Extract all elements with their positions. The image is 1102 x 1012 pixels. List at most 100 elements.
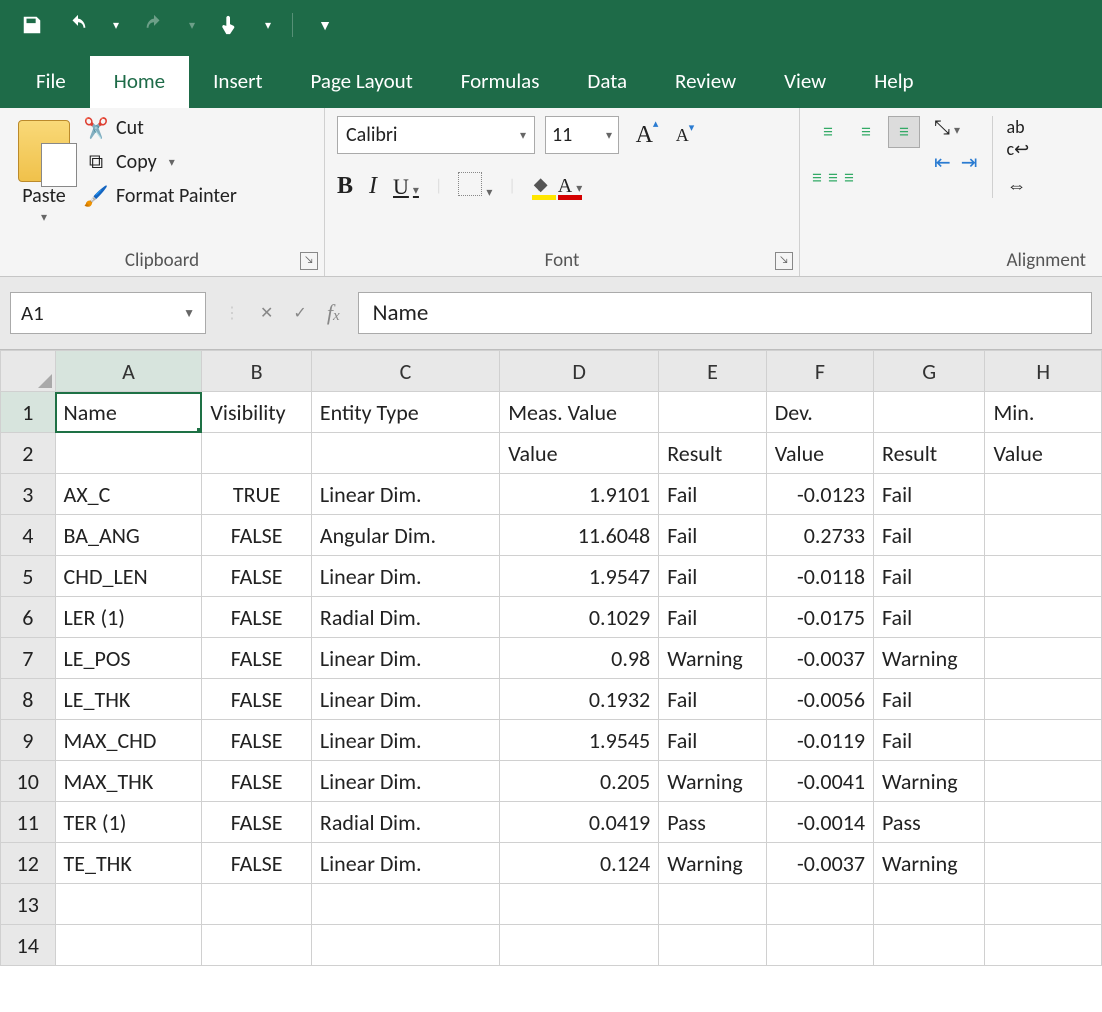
- touch-mode-icon[interactable]: [216, 11, 244, 39]
- cell[interactable]: -0.0037: [766, 638, 873, 679]
- cell[interactable]: Value: [766, 433, 873, 474]
- cell[interactable]: -0.0123: [766, 474, 873, 515]
- tab-help[interactable]: Help: [850, 56, 937, 108]
- cell[interactable]: TER (1): [55, 802, 202, 843]
- undo-dropdown-icon[interactable]: ▾: [110, 11, 122, 39]
- cell[interactable]: Result: [874, 433, 985, 474]
- merge-center-button[interactable]: ⇔: [1007, 174, 1030, 198]
- cell[interactable]: [500, 925, 659, 966]
- cell[interactable]: [985, 720, 1102, 761]
- cell[interactable]: AX_C: [55, 474, 202, 515]
- cell[interactable]: FALSE: [202, 597, 311, 638]
- cell[interactable]: TRUE: [202, 474, 311, 515]
- spreadsheet-grid[interactable]: A B C D E F G H 1NameVisibilityEntity Ty…: [0, 350, 1102, 966]
- tab-file[interactable]: File: [12, 56, 90, 108]
- cell[interactable]: [874, 884, 985, 925]
- cell[interactable]: Visibility: [202, 392, 311, 433]
- row-header[interactable]: 2: [1, 433, 56, 474]
- table-row[interactable]: 4BA_ANGFALSEAngular Dim.11.6048Fail0.273…: [1, 515, 1102, 556]
- cell[interactable]: FALSE: [202, 720, 311, 761]
- tab-review[interactable]: Review: [651, 56, 760, 108]
- cell[interactable]: [985, 556, 1102, 597]
- font-color-button[interactable]: A▾: [558, 175, 582, 198]
- cell[interactable]: Name: [55, 392, 202, 433]
- align-top-button[interactable]: ≡: [812, 116, 844, 148]
- cell[interactable]: Fail: [659, 515, 767, 556]
- row-header[interactable]: 11: [1, 802, 56, 843]
- cell[interactable]: Radial Dim.: [311, 597, 499, 638]
- font-name-select[interactable]: Calibri ▾: [337, 116, 535, 154]
- cell[interactable]: [311, 433, 499, 474]
- clipboard-dialog-launcher-icon[interactable]: ↘: [300, 252, 318, 270]
- cell[interactable]: MAX_CHD: [55, 720, 202, 761]
- cell[interactable]: [659, 392, 767, 433]
- cell[interactable]: Warning: [874, 843, 985, 884]
- cell[interactable]: -0.0037: [766, 843, 873, 884]
- cell[interactable]: -0.0119: [766, 720, 873, 761]
- name-box[interactable]: A1 ▼: [10, 292, 206, 334]
- cell[interactable]: Warning: [659, 761, 767, 802]
- cell[interactable]: 0.205: [500, 761, 659, 802]
- table-row[interactable]: 10MAX_THKFALSELinear Dim.0.205Warning-0.…: [1, 761, 1102, 802]
- cell[interactable]: Fail: [874, 556, 985, 597]
- cell[interactable]: Fail: [874, 474, 985, 515]
- cell[interactable]: Pass: [659, 802, 767, 843]
- orientation-button[interactable]: ⤡▾: [934, 116, 978, 140]
- row-header[interactable]: 7: [1, 638, 56, 679]
- cell[interactable]: [985, 802, 1102, 843]
- cell[interactable]: 1.9545: [500, 720, 659, 761]
- copy-button[interactable]: ⧉ Copy ▾: [84, 150, 237, 174]
- cell[interactable]: FALSE: [202, 556, 311, 597]
- copy-dropdown-icon[interactable]: ▾: [165, 155, 175, 170]
- cell[interactable]: 0.2733: [766, 515, 873, 556]
- cut-button[interactable]: ✂️ Cut: [84, 116, 237, 140]
- cell[interactable]: FALSE: [202, 638, 311, 679]
- cell[interactable]: Radial Dim.: [311, 802, 499, 843]
- cell[interactable]: [985, 474, 1102, 515]
- table-row[interactable]: 3AX_CTRUELinear Dim.1.9101Fail-0.0123Fai…: [1, 474, 1102, 515]
- table-row[interactable]: 5CHD_LENFALSELinear Dim.1.9547Fail-0.011…: [1, 556, 1102, 597]
- cell[interactable]: LE_THK: [55, 679, 202, 720]
- cell[interactable]: FALSE: [202, 679, 311, 720]
- row-header[interactable]: 14: [1, 925, 56, 966]
- cell[interactable]: LE_POS: [55, 638, 202, 679]
- decrease-font-size-button[interactable]: A▾: [667, 117, 703, 153]
- row-header[interactable]: 5: [1, 556, 56, 597]
- cell[interactable]: 0.0419: [500, 802, 659, 843]
- align-middle-button[interactable]: ≡: [850, 116, 882, 148]
- cell[interactable]: [55, 884, 202, 925]
- cell[interactable]: [55, 433, 202, 474]
- cell[interactable]: 0.1932: [500, 679, 659, 720]
- row-header[interactable]: 3: [1, 474, 56, 515]
- tab-view[interactable]: View: [760, 56, 850, 108]
- cell[interactable]: Entity Type: [311, 392, 499, 433]
- underline-button[interactable]: U: [393, 174, 419, 200]
- row-header[interactable]: 6: [1, 597, 56, 638]
- col-header-B[interactable]: B: [202, 351, 311, 392]
- select-all-corner[interactable]: [1, 351, 56, 392]
- cell[interactable]: [985, 761, 1102, 802]
- cell[interactable]: Warning: [874, 761, 985, 802]
- cell[interactable]: [985, 597, 1102, 638]
- cell[interactable]: Value: [500, 433, 659, 474]
- row-header[interactable]: 12: [1, 843, 56, 884]
- paste-button[interactable]: Paste ▾: [12, 116, 76, 229]
- undo-icon[interactable]: [64, 11, 92, 39]
- font-size-select[interactable]: 11 ▾: [545, 116, 619, 154]
- cell[interactable]: Linear Dim.: [311, 638, 499, 679]
- enter-formula-button[interactable]: ✓: [293, 303, 306, 323]
- table-row[interactable]: 2ValueResultValueResultValue: [1, 433, 1102, 474]
- tab-data[interactable]: Data: [563, 56, 651, 108]
- cell[interactable]: Fail: [659, 474, 767, 515]
- increase-font-size-button[interactable]: A▴: [629, 117, 665, 153]
- decrease-indent-button[interactable]: ⇤: [934, 150, 951, 175]
- cell[interactable]: Warning: [874, 638, 985, 679]
- cell[interactable]: LER (1): [55, 597, 202, 638]
- cell[interactable]: [766, 925, 873, 966]
- row-header[interactable]: 8: [1, 679, 56, 720]
- cell[interactable]: Linear Dim.: [311, 720, 499, 761]
- cell[interactable]: -0.0014: [766, 802, 873, 843]
- col-header-H[interactable]: H: [985, 351, 1102, 392]
- cell[interactable]: [659, 884, 767, 925]
- cell[interactable]: -0.0041: [766, 761, 873, 802]
